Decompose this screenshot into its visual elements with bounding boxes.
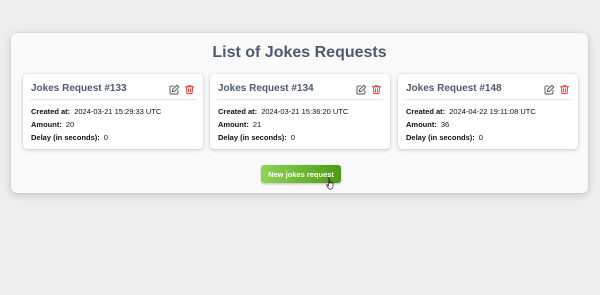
pencil-square-icon[interactable] [544, 84, 555, 95]
created-at-value: 2024-03-21 15:29:33 UTC [74, 107, 162, 116]
delay-row: Delay (in seconds): 0 [31, 133, 108, 142]
created-at-value: 2024-03-21 15:36:20 UTC [261, 107, 349, 116]
card-actions [544, 84, 570, 95]
amount-row: Amount: 20 [31, 120, 74, 129]
jokes-request-card: Jokes Request #134 Created at: 2024-03-21… [210, 74, 390, 149]
jokes-request-card: Jokes Request #133 Created at: 2024-03-21… [23, 74, 203, 149]
created-at-row: Created at: 2024-03-21 15:36:20 UTC [218, 107, 348, 116]
delay-value: 0 [103, 133, 108, 142]
card-header: Jokes Request #133 [30, 81, 196, 100]
amount-value: 21 [252, 120, 262, 129]
delay-value: 0 [478, 133, 483, 142]
delay-row: Delay (in seconds): 0 [406, 133, 483, 142]
delay-label: Delay (in seconds): [31, 133, 100, 142]
card-actions [356, 84, 382, 95]
created-at-label: Created at: [218, 107, 258, 116]
amount-label: Amount: [218, 120, 249, 129]
amount-row: Amount: 36 [406, 120, 449, 129]
trash-icon[interactable] [559, 84, 570, 95]
trash-icon[interactable] [371, 84, 382, 95]
delay-label: Delay (in seconds): [218, 133, 287, 142]
card-header: Jokes Request #148 [405, 81, 571, 100]
created-at-value: 2024-04-22 19:11:08 UTC [449, 107, 536, 116]
created-at-label: Created at: [406, 107, 446, 116]
created-at-row: Created at: 2024-04-22 19:11:08 UTC [406, 107, 536, 116]
card-actions [169, 84, 195, 95]
delay-value: 0 [290, 133, 295, 142]
trash-icon[interactable] [184, 84, 195, 95]
card-header: Jokes Request #134 [217, 81, 383, 100]
card-title: Jokes Request #148 [406, 83, 502, 94]
delay-label: Delay (in seconds): [406, 133, 475, 142]
amount-value: 20 [65, 120, 75, 129]
pencil-square-icon[interactable] [169, 84, 180, 95]
pencil-square-icon[interactable] [356, 84, 367, 95]
amount-label: Amount: [31, 120, 62, 129]
page-title: List of Jokes Requests [212, 44, 387, 61]
card-title: Jokes Request #134 [218, 83, 314, 94]
card-title: Jokes Request #133 [31, 83, 127, 94]
jokes-requests-panel: List of Jokes Requests Jokes Request #13… [11, 33, 588, 193]
delay-row: Delay (in seconds): 0 [218, 133, 295, 142]
hand-pointer-icon [326, 177, 334, 190]
jokes-request-card: Jokes Request #148 Created at: 2024-04-22… [398, 74, 578, 149]
amount-label: Amount: [406, 120, 437, 129]
created-at-label: Created at: [31, 107, 71, 116]
created-at-row: Created at: 2024-03-21 15:29:33 UTC [31, 107, 161, 116]
amount-row: Amount: 21 [218, 120, 261, 129]
amount-value: 36 [440, 120, 450, 129]
